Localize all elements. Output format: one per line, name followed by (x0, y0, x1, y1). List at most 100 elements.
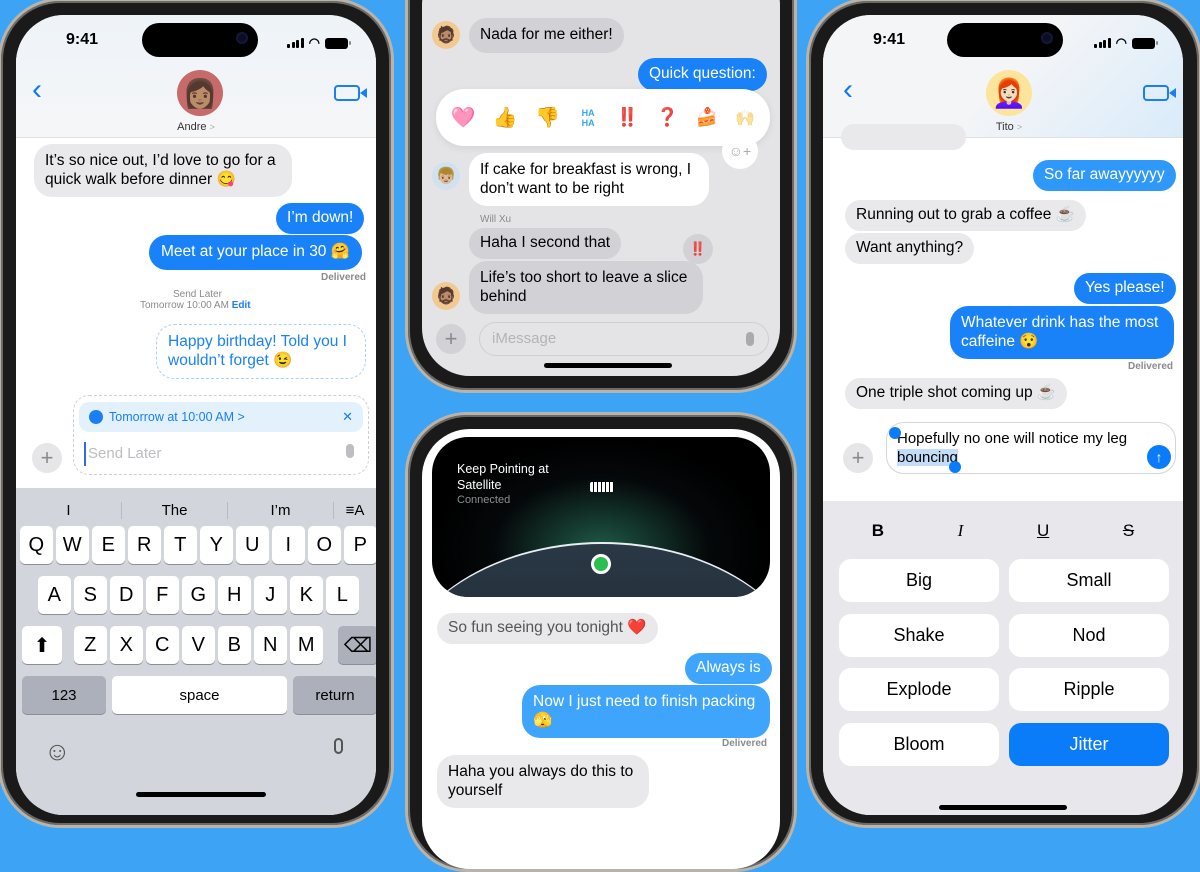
key-o[interactable]: O (308, 526, 341, 564)
scheduled-message-bubble[interactable]: Happy birthday! Told you I wouldn’t forg… (156, 324, 366, 379)
exclamation-icon[interactable]: ‼️ (616, 107, 638, 128)
key-r[interactable]: R (128, 526, 161, 564)
key-b[interactable]: B (218, 626, 251, 664)
suggestion-item[interactable]: The (122, 501, 228, 519)
key-k[interactable]: K (290, 576, 323, 614)
bold-button[interactable]: B (872, 521, 884, 541)
add-emoji-button[interactable]: ☺+ (722, 133, 758, 169)
key-n[interactable]: N (254, 626, 287, 664)
message-bubble: Nada for me either! (469, 18, 624, 53)
satellite-status: Connected (457, 494, 511, 506)
contact-avatar[interactable]: 👩🏽 (177, 70, 223, 116)
key-i[interactable]: I (272, 526, 305, 564)
key-x[interactable]: X (110, 626, 143, 664)
emoji-icon[interactable]: ☺ (44, 736, 71, 767)
shift-key[interactable]: ⬆ (22, 626, 62, 664)
message-input[interactable]: Hopefully no one will notice my leg boun… (886, 422, 1176, 474)
contact-name[interactable]: Tito > (969, 121, 1049, 133)
dictation-mic-icon[interactable] (334, 738, 343, 754)
haha-icon[interactable]: HA HA (577, 108, 599, 128)
key-v[interactable]: V (182, 626, 215, 664)
key-j[interactable]: J (254, 576, 287, 614)
send-button[interactable]: ↑ (1147, 445, 1171, 469)
return-key[interactable]: return (293, 676, 376, 714)
dynamic-island (947, 23, 1063, 57)
add-attachment-button[interactable]: + (436, 324, 466, 354)
battery-icon (325, 37, 351, 49)
text-format-icon[interactable]: ≡A (334, 502, 376, 519)
delete-key[interactable]: ⌫ (338, 626, 376, 664)
key-y[interactable]: Y (200, 526, 233, 564)
add-attachment-button[interactable]: + (843, 443, 873, 473)
satellite-title: Keep Pointing at Satellite (457, 462, 549, 492)
key-q[interactable]: Q (20, 526, 53, 564)
send-later-label: Send Later (173, 289, 222, 300)
message-bubble: Want anything? (845, 233, 975, 264)
mic-icon[interactable] (346, 444, 354, 458)
satellite-icon (590, 482, 614, 492)
delivered-label: Delivered (1127, 361, 1173, 372)
message-input[interactable]: Send Later (84, 442, 334, 466)
add-attachment-button[interactable]: + (32, 443, 62, 473)
selection-handle-start[interactable] (889, 427, 901, 439)
schedule-chip[interactable]: Tomorrow at 10:00 AM > ✕ (79, 402, 363, 432)
key-z[interactable]: Z (74, 626, 107, 664)
edit-link[interactable]: Edit (232, 300, 251, 311)
message-bubble: Whatever drink has the most caffeine 😯 (950, 306, 1174, 359)
heart-icon[interactable]: 🩷 (451, 105, 476, 130)
key-h[interactable]: H (218, 576, 251, 614)
thumbs-up-icon[interactable]: 👍 (493, 105, 518, 130)
key-e[interactable]: E (92, 526, 125, 564)
key-p[interactable]: P (344, 526, 376, 564)
more-emoji-icon[interactable]: 🙌 (735, 108, 755, 128)
effect-jitter-button[interactable]: Jitter (1009, 722, 1169, 766)
key-g[interactable]: G (182, 576, 215, 614)
thumbs-down-icon[interactable]: 👎 (535, 105, 560, 130)
key-s[interactable]: S (74, 576, 107, 614)
video-call-button[interactable] (1143, 85, 1176, 101)
selection-handle-end[interactable] (949, 461, 961, 473)
contact-avatar[interactable]: 👩🏻‍🦰 (986, 70, 1032, 116)
cake-icon[interactable]: 🍰 (696, 107, 718, 128)
effect-ripple-button[interactable]: Ripple (1009, 668, 1169, 711)
key-t[interactable]: T (164, 526, 197, 564)
numbers-key[interactable]: 123 (22, 676, 106, 714)
imessage-input[interactable]: iMessage (479, 322, 769, 356)
key-a[interactable]: A (38, 576, 71, 614)
camera-icon (1041, 32, 1053, 44)
key-m[interactable]: M (290, 626, 323, 664)
video-call-button[interactable] (334, 85, 367, 101)
key-f[interactable]: F (146, 576, 179, 614)
key-c[interactable]: C (146, 626, 179, 664)
status-icons: ◠ (1094, 35, 1158, 51)
effect-big-button[interactable]: Big (839, 559, 999, 602)
key-d[interactable]: D (110, 576, 143, 614)
effect-explode-button[interactable]: Explode (839, 668, 999, 711)
message-bubble: Meet at your place in 30 🤗 (149, 235, 363, 270)
phone-right: 9:41 ◠ ‹ 👩🏻‍🦰 Tito > So far awayyyyyy Ru… (806, 0, 1200, 828)
close-icon[interactable]: ✕ (342, 409, 353, 425)
key-l[interactable]: L (326, 576, 359, 614)
home-indicator (939, 805, 1067, 810)
space-key[interactable]: space (112, 676, 287, 714)
key-u[interactable]: U (236, 526, 269, 564)
phone-bottom-middle: Keep Pointing at Satellite Connected So … (405, 412, 797, 872)
underline-button[interactable]: U (1037, 521, 1049, 541)
suggestion-item[interactable]: I’m (228, 501, 334, 519)
back-button[interactable]: ‹ (843, 75, 853, 105)
effect-small-button[interactable]: Small (1009, 559, 1169, 602)
italic-button[interactable]: I (958, 521, 964, 541)
key-w[interactable]: W (56, 526, 89, 564)
message-bubble: Quick question: (638, 58, 767, 91)
effect-nod-button[interactable]: Nod (1009, 613, 1169, 657)
back-button[interactable]: ‹ (32, 75, 42, 105)
effect-bloom-button[interactable]: Bloom (839, 722, 999, 766)
sender-avatar: 👦🏼 (432, 162, 460, 190)
effect-shake-button[interactable]: Shake (839, 613, 999, 657)
suggestion-item[interactable]: I (16, 501, 122, 519)
question-icon[interactable]: ❓ (656, 107, 678, 128)
strikethrough-button[interactable]: S (1123, 521, 1134, 541)
contact-name[interactable]: Andre > (156, 121, 236, 133)
mic-icon[interactable] (746, 332, 754, 346)
clock-icon (89, 410, 103, 424)
